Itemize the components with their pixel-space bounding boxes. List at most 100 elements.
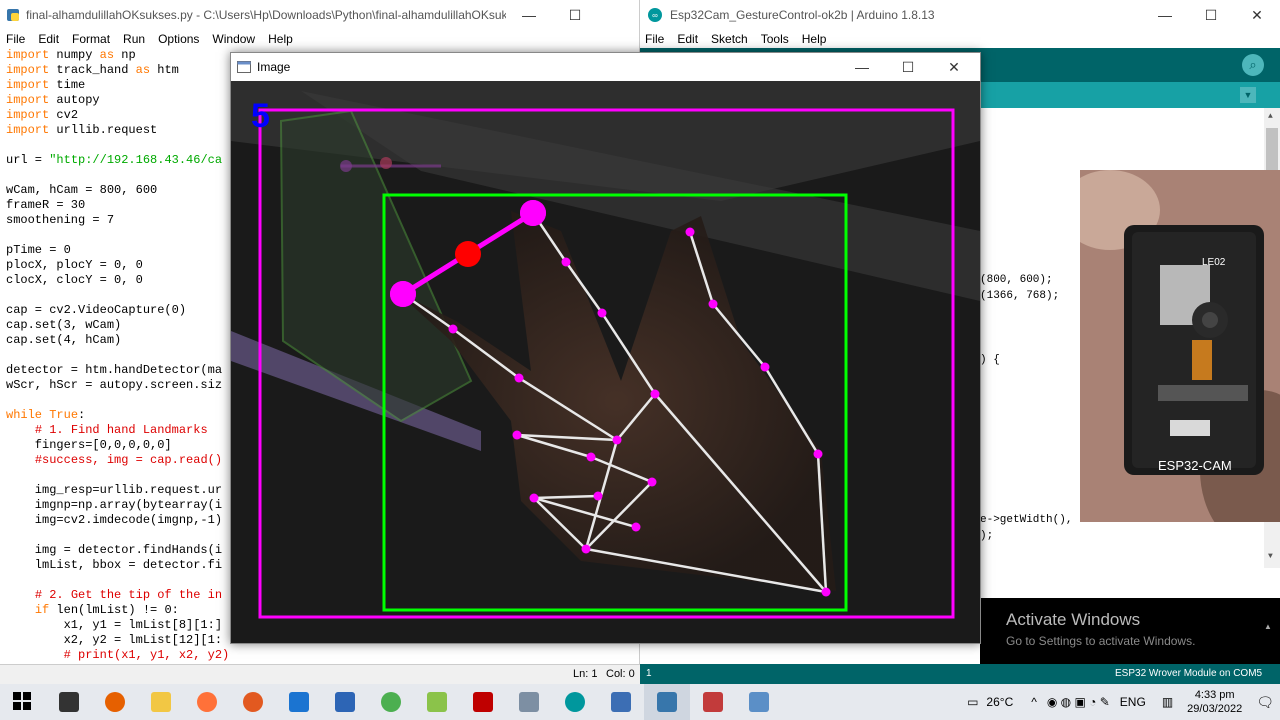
arduino-minimize-button[interactable]: — bbox=[1142, 0, 1188, 30]
taskbar-editor-icon[interactable] bbox=[736, 684, 782, 720]
taskbar-file-explorer-icon[interactable] bbox=[138, 684, 184, 720]
column-number: Col: 0 bbox=[606, 668, 635, 680]
arduino-line-number: 1 bbox=[646, 668, 652, 679]
image-window: Image — ☐ ✕ 5 bbox=[230, 52, 981, 644]
arduino-menu-help[interactable]: Help bbox=[802, 32, 827, 46]
hand-landmark bbox=[448, 324, 458, 334]
hand-landmark bbox=[529, 493, 539, 503]
scroll-down-icon[interactable]: ▼ bbox=[1268, 552, 1273, 561]
maximize-button[interactable]: ☐ bbox=[552, 0, 598, 30]
camera-frame: 5 bbox=[231, 81, 980, 643]
taskbar-arduino-icon[interactable] bbox=[552, 684, 598, 720]
tab-menu-chevron-icon[interactable]: ▼ bbox=[1240, 87, 1256, 103]
arduino-titlebar[interactable]: ∞ Esp32Cam_GestureControl-ok2b | Arduino… bbox=[640, 0, 1280, 30]
arduino-statusbar: 1 ESP32 Wrover Module on COM5 bbox=[640, 664, 1280, 684]
board-port-info: ESP32 Wrover Module on COM5 bbox=[1115, 668, 1263, 679]
code-fragment: (800, 600); bbox=[980, 274, 1053, 286]
hand-landmark bbox=[512, 430, 522, 440]
taskbar-filezilla-icon[interactable] bbox=[460, 684, 506, 720]
hand-landmark bbox=[708, 299, 718, 309]
idle-menu-edit[interactable]: Edit bbox=[38, 32, 59, 46]
arduino-menubar: File Edit Sketch Tools Help bbox=[640, 30, 1280, 48]
hand-landmark bbox=[631, 522, 641, 532]
activate-windows-subtitle: Go to Settings to activate Windows. bbox=[1006, 634, 1196, 648]
idle-menu-format[interactable]: Format bbox=[72, 32, 110, 46]
hand-landmark bbox=[581, 544, 591, 554]
hand-landmark bbox=[813, 449, 823, 459]
hand-landmark bbox=[647, 477, 657, 487]
code-line: # print(x1, y1, x2, y2) bbox=[63, 648, 230, 662]
arduino-close-button[interactable]: ✕ bbox=[1234, 0, 1280, 30]
taskbar-fiddler-icon[interactable] bbox=[598, 684, 644, 720]
hand-landmark bbox=[685, 227, 695, 237]
window-app-icon bbox=[231, 61, 257, 73]
action-center-icon[interactable]: 🗨 bbox=[1256, 694, 1274, 711]
console-divider bbox=[980, 568, 1280, 598]
taskbar-virtualbox-icon[interactable] bbox=[322, 684, 368, 720]
idle-menubar: File Edit Format Run Options Window Help bbox=[0, 30, 639, 48]
taskbar: ▭ 26°C ^ ◉ ◍ ▣ ◔ ✎ ENG ▥ 4:33 pm 29/03/2… bbox=[0, 684, 1280, 720]
idle-titlebar[interactable]: final-alhamdulillahOKsukses.py - C:\User… bbox=[0, 0, 639, 30]
taskbar-firefox-2-icon[interactable] bbox=[230, 684, 276, 720]
finger-count: 5 bbox=[251, 97, 270, 135]
console-scroll-up-icon[interactable]: ▲ bbox=[1264, 622, 1272, 631]
board-name-label: ESP32-CAM bbox=[1158, 458, 1232, 473]
taskbar-paint-icon[interactable] bbox=[690, 684, 736, 720]
tray-chevron-icon[interactable]: ^ bbox=[1031, 695, 1037, 709]
arduino-menu-sketch[interactable]: Sketch bbox=[711, 32, 748, 46]
taskbar-files-icon[interactable] bbox=[506, 684, 552, 720]
click-midpoint bbox=[455, 241, 481, 267]
python-file-icon bbox=[0, 8, 26, 22]
hand-landmark bbox=[593, 491, 603, 501]
idle-menu-run[interactable]: Run bbox=[123, 32, 145, 46]
image-titlebar[interactable]: Image — ☐ ✕ bbox=[231, 53, 980, 81]
serial-monitor-icon[interactable]: ⌕ bbox=[1242, 54, 1264, 76]
taskbar-notepadpp-icon[interactable] bbox=[414, 684, 460, 720]
arduino-menu-edit[interactable]: Edit bbox=[677, 32, 698, 46]
weather-icon[interactable]: ▭ bbox=[967, 695, 978, 709]
taskbar-python-idle-icon[interactable] bbox=[644, 684, 690, 720]
image-maximize-button[interactable]: ☐ bbox=[885, 52, 931, 82]
image-window-title: Image bbox=[257, 60, 291, 74]
svg-text:∞: ∞ bbox=[652, 11, 658, 20]
activate-windows-title: Activate Windows bbox=[1006, 610, 1141, 629]
arduino-menu-tools[interactable]: Tools bbox=[761, 32, 789, 46]
taskbar-task-view-icon[interactable] bbox=[46, 684, 92, 720]
minimize-button[interactable]: — bbox=[506, 0, 552, 30]
clock-time: 4:33 pm bbox=[1194, 689, 1235, 701]
clock-date: 29/03/2022 bbox=[1187, 703, 1243, 715]
fingertip-marker bbox=[520, 200, 546, 226]
temperature[interactable]: 26°C bbox=[986, 695, 1013, 709]
arduino-console: Activate Windows Go to Settings to activ… bbox=[980, 568, 1280, 664]
taskbar-firefox-dev-icon[interactable] bbox=[92, 684, 138, 720]
hand-landmark bbox=[586, 452, 596, 462]
taskbar-firefox-icon[interactable] bbox=[184, 684, 230, 720]
arduino-title: Esp32Cam_GestureControl-ok2b | Arduino 1… bbox=[670, 8, 935, 22]
arduino-logo-icon: ∞ bbox=[640, 8, 670, 22]
notification-icon[interactable]: ▥ bbox=[1162, 695, 1173, 709]
hand-landmark bbox=[650, 389, 660, 399]
idle-menu-window[interactable]: Window bbox=[212, 32, 255, 46]
arduino-maximize-button[interactable]: ☐ bbox=[1188, 0, 1234, 30]
idle-title: final-alhamdulillahOKsukses.py - C:\User… bbox=[26, 8, 506, 22]
arduino-menu-file[interactable]: File bbox=[645, 32, 664, 46]
idle-menu-file[interactable]: File bbox=[6, 32, 25, 46]
language-indicator[interactable]: ENG bbox=[1120, 695, 1146, 709]
taskbar-apps bbox=[0, 684, 782, 720]
image-minimize-button[interactable]: — bbox=[839, 52, 885, 82]
taskbar-store-icon[interactable] bbox=[276, 684, 322, 720]
image-close-button[interactable]: ✕ bbox=[931, 52, 977, 82]
code-fragment: e->getWidth(), bbox=[980, 514, 1073, 526]
line-number: Ln: 1 bbox=[573, 668, 598, 680]
hand-landmark bbox=[760, 362, 770, 372]
scroll-up-icon[interactable]: ▲ bbox=[1268, 112, 1273, 121]
idle-menu-help[interactable]: Help bbox=[268, 32, 293, 46]
clock[interactable]: 4:33 pm 29/03/2022 bbox=[1187, 688, 1242, 716]
idle-menu-options[interactable]: Options bbox=[158, 32, 199, 46]
fingertip-marker bbox=[390, 281, 416, 307]
esp32-cam-photo: LE02 ESP32-CAM bbox=[1080, 170, 1280, 522]
taskbar-windows-start-icon[interactable] bbox=[0, 684, 46, 720]
taskbar-chrome-icon[interactable] bbox=[368, 684, 414, 720]
code-fragment: (1366, 768); bbox=[980, 290, 1060, 302]
tray-icons[interactable]: ◉ ◍ ▣ ◔ ✎ bbox=[1047, 695, 1110, 709]
